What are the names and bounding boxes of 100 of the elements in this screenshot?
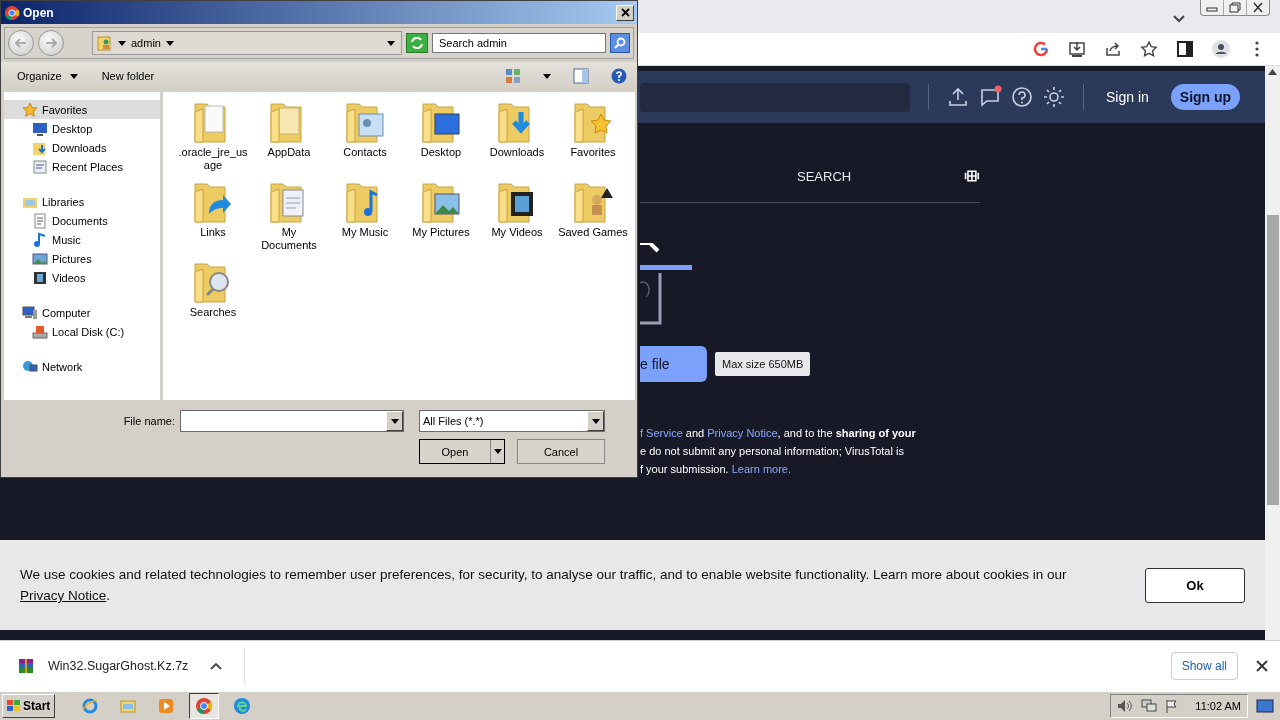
disk-drive-icon: [32, 323, 48, 340]
new-folder-button[interactable]: New folder: [99, 68, 157, 84]
flag-icon[interactable]: [1165, 699, 1180, 713]
caret-icon: [165, 40, 174, 46]
film-icon: [32, 269, 48, 286]
choose-file-button[interactable]: e file: [640, 346, 707, 382]
search-mode-icon[interactable]: [964, 168, 980, 184]
folder-name[interactable]: My Music: [330, 226, 400, 239]
speaker-icon[interactable]: [1117, 699, 1134, 713]
back-arrow-icon: [15, 38, 27, 48]
caret-icon: [591, 418, 600, 424]
open-button[interactable]: Open: [419, 439, 505, 464]
sign-in-link[interactable]: Sign in: [1106, 89, 1149, 105]
nav-item[interactable]: Favorites: [4, 100, 160, 119]
document-icon: [32, 212, 48, 229]
cookie-text: We use cookies and related technologies to remember user preferences, for security, to analyse our traffic, and to enable website functionality. Learn more about cookies in our Privacy Notice.: [20, 566, 1068, 605]
nav-item[interactable]: Desktop: [4, 119, 160, 138]
organize-button[interactable]: Organize: [15, 68, 80, 84]
folder-name[interactable]: My Pictures: [406, 226, 476, 239]
terms-link[interactable]: Privacy Notice: [707, 427, 778, 439]
breadcrumb[interactable]: admin: [131, 37, 161, 49]
ok-button[interactable]: Ok: [1145, 567, 1245, 603]
caret-icon[interactable]: [210, 662, 223, 670]
scroll-up-icon[interactable]: [1268, 69, 1277, 75]
taskbar-app[interactable]: [189, 693, 220, 719]
profile-icon[interactable]: [1212, 40, 1230, 58]
folder-name[interactable]: .oracle_jre_usage: [178, 146, 248, 172]
nav-item[interactable]: Computer: [4, 303, 160, 322]
chat-icon[interactable]: [979, 86, 1001, 108]
nav-item[interactable]: Libraries: [4, 192, 160, 211]
archive-icon: [18, 658, 34, 674]
folder-name[interactable]: Searches: [178, 306, 248, 319]
terms-text: f Service and Privacy Notice, and to the sharing of your: [640, 426, 917, 440]
folder-name[interactable]: Saved Games: [558, 226, 628, 239]
nav-item[interactable]: Downloads: [4, 138, 160, 157]
monitor-icon: [32, 120, 48, 137]
user-folder-icon: [97, 35, 113, 51]
cancel-button[interactable]: Cancel: [517, 439, 605, 464]
nav-item[interactable]: Pictures: [4, 249, 160, 268]
scrollbar[interactable]: [1265, 66, 1280, 640]
search-field[interactable]: Search admin: [432, 33, 606, 53]
search-field[interactable]: [640, 82, 910, 112]
search-tab[interactable]: SEARCH: [797, 168, 852, 184]
terms-link[interactable]: Learn more.: [731, 463, 791, 475]
forward-arrow-icon: [45, 38, 57, 48]
clock[interactable]: 11:02 AM: [1195, 700, 1241, 712]
music-note-icon: [32, 231, 48, 248]
nav-item[interactable]: Documents: [4, 211, 160, 230]
terms-text: f your submission. Learn more.: [640, 462, 792, 476]
close-button[interactable]: [616, 4, 634, 21]
view-icon[interactable]: [505, 68, 521, 84]
caret-icon: [387, 40, 395, 46]
folder-name[interactable]: Contacts: [330, 146, 400, 159]
chrome-icon: [195, 697, 214, 715]
tab-list-icon[interactable]: [1172, 14, 1186, 24]
file-type-dropdown[interactable]: All Files (*.*): [419, 410, 605, 432]
folder-name[interactable]: Desktop: [406, 146, 476, 159]
nav-item[interactable]: Videos: [4, 268, 160, 287]
refresh-icon: [410, 37, 424, 49]
google-icon[interactable]: [1032, 40, 1050, 58]
start-button[interactable]: Start: [2, 694, 56, 718]
terms-link[interactable]: f Service: [640, 427, 683, 439]
folder-name[interactable]: AppData: [254, 146, 324, 159]
caret-icon: [543, 73, 551, 79]
search-icon: [614, 37, 626, 49]
help-icon[interactable]: [611, 68, 627, 84]
privacy-link[interactable]: Privacy Notice: [20, 588, 107, 603]
download-file-name[interactable]: Win32.SugarGhost.Kz.7z: [48, 659, 189, 673]
folder-icon: [119, 697, 138, 715]
nav-item[interactable]: Local Disk (C:): [4, 322, 160, 341]
media-player-icon: [157, 697, 176, 715]
upload-icon[interactable]: [947, 86, 969, 108]
folder-name[interactable]: Downloads: [482, 146, 552, 159]
help-icon[interactable]: [1011, 86, 1033, 108]
bookmark-star-icon[interactable]: [1140, 40, 1158, 58]
computer-icon: [22, 304, 38, 321]
network-icon[interactable]: [1141, 699, 1158, 713]
show-all-button[interactable]: Show all: [1170, 652, 1238, 680]
picture-icon: [32, 250, 48, 267]
file-name-label: File name:: [123, 415, 175, 427]
nav-item[interactable]: Music: [4, 230, 160, 249]
edge-icon: [233, 697, 252, 715]
nav-item[interactable]: Network: [4, 357, 160, 376]
sun-icon[interactable]: [1043, 86, 1065, 108]
folder-name[interactable]: My Documents: [254, 226, 324, 252]
address-bar[interactable]: admin: [92, 31, 402, 55]
search-button[interactable]: [610, 33, 630, 53]
refresh-button[interactable]: [406, 33, 428, 53]
preview-pane-icon[interactable]: [573, 68, 589, 84]
folder-name[interactable]: Favorites: [558, 146, 628, 159]
caret-icon: [69, 73, 78, 79]
sign-up-button[interactable]: Sign up: [1170, 84, 1241, 110]
side-panel-icon[interactable]: [1176, 40, 1194, 58]
folder-name[interactable]: Links: [178, 226, 248, 239]
share-icon[interactable]: [1104, 40, 1122, 58]
nav-item[interactable]: Recent Places: [4, 157, 160, 176]
install-icon[interactable]: [1068, 40, 1086, 58]
terms-text: e do not submit any personal information; VirusTotal is: [640, 444, 905, 458]
close-icon[interactable]: [1256, 660, 1268, 672]
folder-name[interactable]: My Videos: [482, 226, 552, 239]
